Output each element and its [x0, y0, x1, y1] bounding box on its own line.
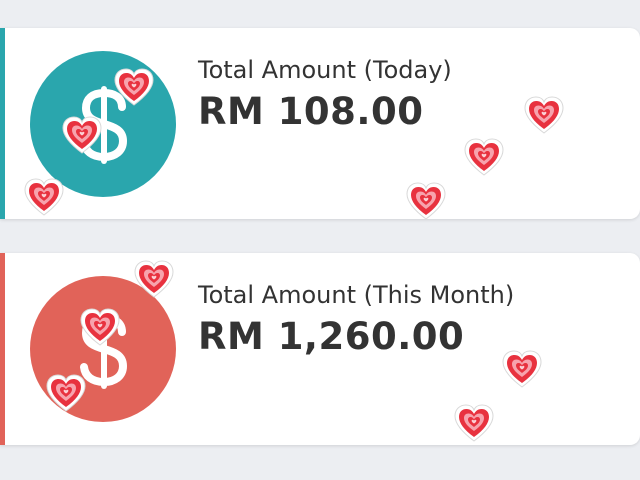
- heart-sticker-icon: [462, 136, 506, 178]
- card-amount: RM 108.00: [198, 90, 424, 133]
- heart-sticker-icon: [44, 372, 88, 414]
- heart-sticker-icon: [404, 180, 448, 222]
- card-accent-bar: [0, 28, 5, 219]
- heart-sticker-icon: [522, 94, 566, 136]
- heart-sticker-icon: [78, 306, 122, 348]
- heart-sticker-icon: [22, 176, 66, 218]
- card-accent-bar: [0, 253, 5, 445]
- heart-sticker-icon: [500, 348, 544, 390]
- heart-sticker-icon: [452, 402, 496, 444]
- heart-sticker-icon: [132, 258, 176, 300]
- heart-sticker-icon: [60, 114, 104, 156]
- total-amount-month-card[interactable]: Total Amount (This Month) RM 1,260.00: [0, 253, 640, 445]
- card-amount: RM 1,260.00: [198, 315, 465, 358]
- card-label: Total Amount (Today): [198, 56, 452, 84]
- card-label: Total Amount (This Month): [198, 281, 515, 309]
- heart-sticker-icon: [112, 66, 156, 108]
